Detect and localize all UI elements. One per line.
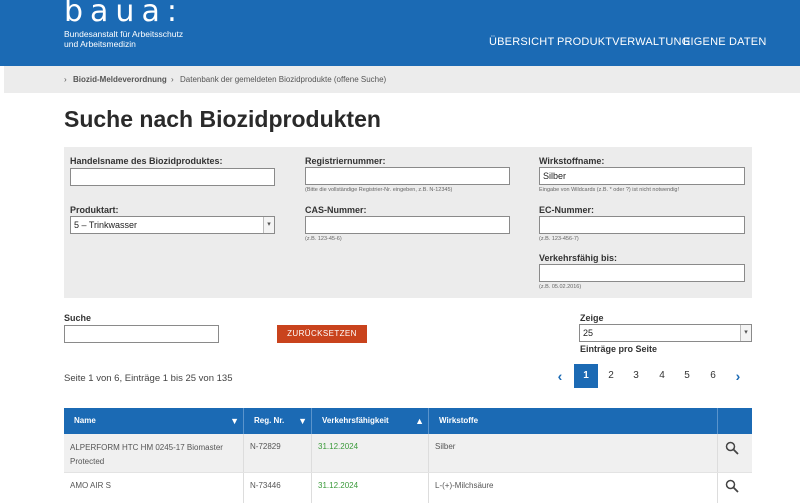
wirkstoff-label: Wirkstoffname: xyxy=(539,156,605,166)
verkehrsfaehig-hint: (z.B. 05.02.2016) xyxy=(539,284,582,290)
pagination-page-4[interactable]: 4 xyxy=(650,364,674,388)
table-row[interactable]: ALPERFORM HTC HM 0245-17 Biomaster Prote… xyxy=(64,434,752,472)
breadcrumb-link-biozid[interactable]: Biozid-Meldeverordnung xyxy=(73,75,167,84)
magnifier-icon xyxy=(725,441,739,455)
row-detail-button[interactable] xyxy=(718,434,752,472)
pagination-page-1[interactable]: 1 xyxy=(574,364,598,388)
wirkstoff-hint: Eingabe von Wildcards (z.B. * oder ?) is… xyxy=(539,187,680,193)
entries-per-page-label: Einträge pro Seite xyxy=(580,344,658,354)
row-name: ALPERFORM HTC HM 0245-17 Biomaster Prote… xyxy=(64,434,244,472)
ec-input[interactable] xyxy=(539,216,745,234)
breadcrumb: › Biozid-Meldeverordnung › Datenbank der… xyxy=(4,66,800,93)
row-date: 31.12.2024 xyxy=(312,434,429,472)
row-date: 31.12.2024 xyxy=(312,473,429,503)
row-name-line1: ALPERFORM HTC HM 0245-17 Biomaster xyxy=(70,443,223,452)
entries-per-page-select[interactable]: 25 ▾ xyxy=(579,324,752,342)
column-header-name-label: Name xyxy=(74,416,96,425)
results-table-header: Name ▼ Reg. Nr. ▼ Verkehrsfähigkeit ▲ Wi… xyxy=(64,408,752,434)
produktart-select[interactable]: 5 – Trinkwasser ▾ xyxy=(70,216,275,234)
registriernummer-label: Registriernummer: xyxy=(305,156,386,166)
sort-chevron-up-icon: ▲ xyxy=(415,416,424,426)
column-header-verkehrsfaehigkeit[interactable]: Verkehrsfähigkeit ▲ xyxy=(312,408,429,434)
wirkstoff-input[interactable]: Silber xyxy=(539,167,745,185)
breadcrumb-chevron-icon: › xyxy=(64,75,67,84)
logo-subtitle-line1: Bundesanstalt für Arbeitsschutz xyxy=(64,29,184,39)
column-header-wirkstoffe-label: Wirkstoffe xyxy=(439,416,479,425)
breadcrumb-current: Datenbank der gemeldeten Biozidprodukte … xyxy=(180,75,387,84)
table-row[interactable]: AMO AIR S N-73446 31.12.2024 L-(+)-Milch… xyxy=(64,472,752,503)
entries-per-page-value: 25 xyxy=(583,328,594,338)
column-header-name[interactable]: Name ▼ xyxy=(64,408,244,434)
suche-label: Suche xyxy=(64,313,92,323)
pagination-page-2[interactable]: 2 xyxy=(599,364,623,388)
site-header: baua: Bundesanstalt für Arbeitsschutz un… xyxy=(0,0,800,66)
column-header-regnr-label: Reg. Nr. xyxy=(254,416,285,425)
nav-eigene-daten[interactable]: EIGENE DATEN xyxy=(683,36,767,48)
row-regnr: N-72829 xyxy=(244,434,312,472)
zeige-label: Zeige xyxy=(580,313,604,323)
sort-chevron-down-icon: ▼ xyxy=(230,416,239,426)
nav-produktverwaltung[interactable]: PRODUKTVERWALTUNG xyxy=(557,36,690,48)
sort-chevron-down-icon: ▼ xyxy=(298,416,307,426)
cas-label: CAS-Nummer: xyxy=(305,205,367,215)
handelsname-input[interactable] xyxy=(70,168,275,186)
pagination-next-icon[interactable]: › xyxy=(726,364,750,388)
magnifier-icon xyxy=(725,479,739,493)
search-form-panel: Handelsname des Biozidproduktes: Produkt… xyxy=(64,147,752,298)
pagination-page-3[interactable]: 3 xyxy=(624,364,648,388)
row-regnr: N-73446 xyxy=(244,473,312,503)
produktart-selected-value: 5 – Trinkwasser xyxy=(74,220,138,230)
handelsname-label: Handelsname des Biozidproduktes: xyxy=(70,156,223,166)
column-header-regnr[interactable]: Reg. Nr. ▼ xyxy=(244,408,312,434)
column-header-wirkstoffe: Wirkstoffe xyxy=(429,408,718,434)
nav-uebersicht[interactable]: ÜBERSICHT xyxy=(489,36,554,48)
column-header-verkehrsfaehigkeit-label: Verkehrsfähigkeit xyxy=(322,416,389,425)
pagination-info: Seite 1 von 6, Einträge 1 bis 25 von 135 xyxy=(64,373,233,384)
breadcrumb-chevron-icon: › xyxy=(171,75,174,84)
reset-button[interactable]: ZURÜCKSETZEN xyxy=(277,325,367,343)
chevron-down-icon: ▾ xyxy=(740,325,751,341)
pagination-page-6[interactable]: 6 xyxy=(701,364,725,388)
cas-hint: (z.B. 123-45-6) xyxy=(305,236,342,242)
row-name: AMO AIR S xyxy=(64,473,244,503)
row-wirkstoff: L-(+)-Milchsäure xyxy=(429,473,718,503)
page-title: Suche nach Biozidprodukten xyxy=(64,106,381,132)
chevron-down-icon: ▾ xyxy=(263,217,274,233)
produktart-label: Produktart: xyxy=(70,205,119,215)
ec-hint: (z.B. 123-456-7) xyxy=(539,236,579,242)
row-wirkstoff: Silber xyxy=(429,434,718,472)
verkehrsfaehig-label: Verkehrsfähig bis: xyxy=(539,253,618,263)
verkehrsfaehig-input[interactable] xyxy=(539,264,745,282)
registriernummer-hint: (Bitte die vollständige Registrier-Nr. e… xyxy=(305,187,453,193)
row-detail-button[interactable] xyxy=(718,473,752,503)
baua-logo[interactable]: baua: xyxy=(64,0,184,29)
suche-input[interactable] xyxy=(64,325,219,343)
registriernummer-input[interactable] xyxy=(305,167,510,185)
row-name-line2: Protected xyxy=(70,457,105,466)
ec-label: EC-Nummer: xyxy=(539,205,595,215)
cas-input[interactable] xyxy=(305,216,510,234)
logo-subtitle-line2: und Arbeitsmedizin xyxy=(64,39,136,49)
pagination-prev-icon[interactable]: ‹ xyxy=(548,364,572,388)
pagination-page-5[interactable]: 5 xyxy=(675,364,699,388)
